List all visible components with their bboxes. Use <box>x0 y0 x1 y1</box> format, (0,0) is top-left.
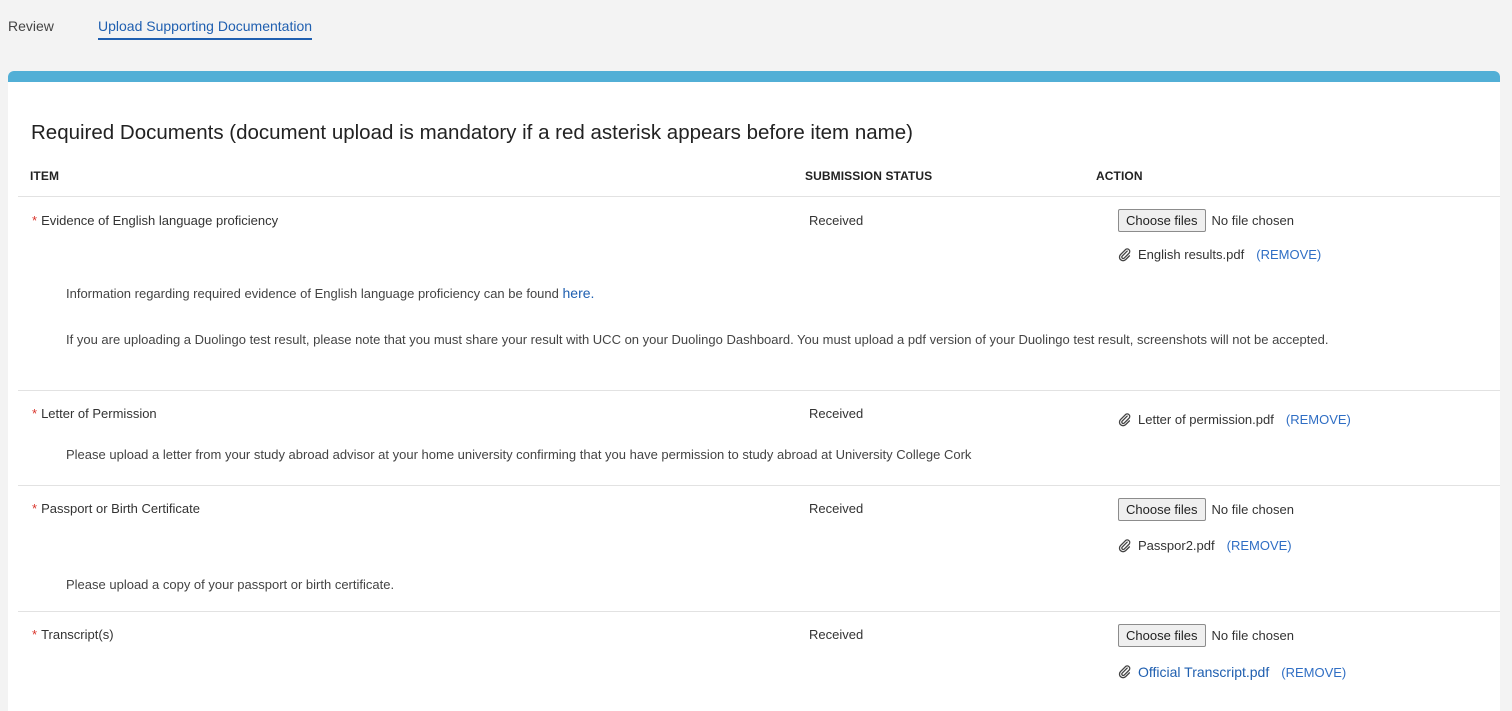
required-asterisk: * <box>32 213 38 228</box>
submission-status: Received <box>809 406 864 421</box>
required-asterisk: * <box>32 501 38 516</box>
item-description-duolingo: If you are uploading a Duolingo test res… <box>66 332 1329 347</box>
attached-file-name: Passpor2.pdf <box>1138 538 1215 553</box>
item-name: * Transcript(s) <box>32 627 114 642</box>
attached-file: English results.pdf (REMOVE) <box>1118 247 1321 262</box>
attached-file-name: Letter of permission.pdf <box>1138 412 1274 427</box>
item-description: Please upload a copy of your passport or… <box>66 577 395 592</box>
item-description: Please upload a letter from your study a… <box>66 447 972 462</box>
required-asterisk: * <box>32 406 38 421</box>
choose-files-button[interactable]: Choose files <box>1118 624 1206 647</box>
column-header-status: SUBMISSION STATUS <box>805 169 933 183</box>
submission-status: Received <box>809 627 864 642</box>
card-accent-bar <box>8 71 1500 82</box>
no-file-chosen-label: No file chosen <box>1211 213 1294 228</box>
remove-file-link[interactable]: (REMOVE) <box>1256 247 1321 262</box>
attached-file-link[interactable]: Official Transcript.pdf <box>1138 664 1269 680</box>
row-divider <box>18 390 1500 391</box>
item-description: Information regarding required evidence … <box>66 285 595 301</box>
paperclip-icon <box>1118 247 1131 261</box>
row-divider <box>18 485 1500 486</box>
required-asterisk: * <box>32 627 38 642</box>
submission-status: Received <box>809 213 864 228</box>
column-header-item: ITEM <box>30 169 60 183</box>
file-input: Choose files No file chosen <box>1118 209 1294 232</box>
item-name: * Evidence of English language proficienc… <box>32 213 279 228</box>
paperclip-icon <box>1118 412 1131 426</box>
submission-status: Received <box>809 501 864 516</box>
attached-file-name: English results.pdf <box>1138 247 1245 262</box>
paperclip-icon <box>1118 538 1131 552</box>
remove-file-link[interactable]: (REMOVE) <box>1286 412 1351 427</box>
file-input: Choose files No file chosen <box>1118 498 1294 521</box>
no-file-chosen-label: No file chosen <box>1211 628 1294 643</box>
item-name: * Passport or Birth Certificate <box>32 501 201 516</box>
section-title: Required Documents (document upload is m… <box>31 121 913 144</box>
column-header-action: ACTION <box>1096 169 1143 183</box>
no-file-chosen-label: No file chosen <box>1211 502 1294 517</box>
item-name: * Letter of Permission <box>32 406 157 421</box>
here-link[interactable]: here. <box>563 285 595 301</box>
tab-review[interactable]: Review <box>8 18 54 34</box>
row-divider <box>18 611 1500 612</box>
row-divider <box>18 196 1500 197</box>
remove-file-link[interactable]: (REMOVE) <box>1281 665 1346 680</box>
choose-files-button[interactable]: Choose files <box>1118 209 1206 232</box>
attached-file: Official Transcript.pdf (REMOVE) <box>1118 664 1346 680</box>
file-input: Choose files No file chosen <box>1118 624 1294 647</box>
remove-file-link[interactable]: (REMOVE) <box>1227 538 1292 553</box>
attached-file: Letter of permission.pdf (REMOVE) <box>1118 412 1351 427</box>
attached-file: Passpor2.pdf (REMOVE) <box>1118 538 1292 553</box>
paperclip-icon <box>1118 665 1131 679</box>
choose-files-button[interactable]: Choose files <box>1118 498 1206 521</box>
required-documents-card: Required Documents (document upload is m… <box>8 71 1500 711</box>
tab-upload-supporting-documentation[interactable]: Upload Supporting Documentation <box>98 18 313 40</box>
